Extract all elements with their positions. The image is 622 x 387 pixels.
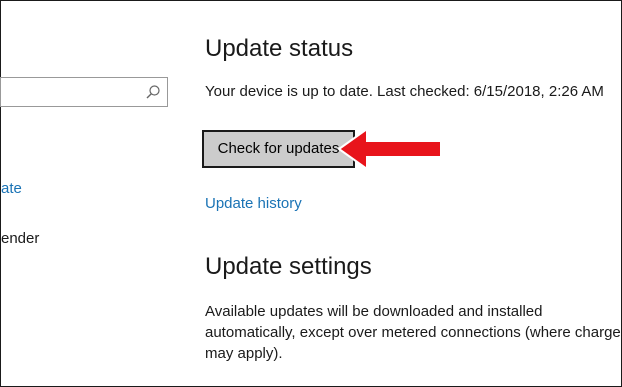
settings-description-line: Available updates will be downloaded and… bbox=[205, 303, 543, 320]
update-settings-description: Available updates will be downloaded and… bbox=[205, 301, 622, 364]
update-status-heading: Update status bbox=[205, 35, 354, 62]
settings-description-line: automatically, except over metered conne… bbox=[205, 324, 622, 341]
sidebar-item-windows-update[interactable]: ate bbox=[1, 180, 22, 197]
search-input[interactable] bbox=[0, 77, 168, 107]
check-for-updates-button[interactable]: Check for updates bbox=[202, 130, 355, 168]
settings-description-line: may apply). bbox=[205, 345, 283, 362]
update-history-link[interactable]: Update history bbox=[205, 195, 302, 212]
settings-window: ate ender Update status Your device is u… bbox=[0, 0, 622, 387]
sidebar-item-windows-defender[interactable]: ender bbox=[1, 230, 39, 247]
left-arrow-icon bbox=[337, 127, 442, 171]
search-icon bbox=[146, 85, 160, 99]
update-status-text: Your device is up to date. Last checked:… bbox=[205, 83, 604, 100]
update-settings-heading: Update settings bbox=[205, 253, 372, 280]
